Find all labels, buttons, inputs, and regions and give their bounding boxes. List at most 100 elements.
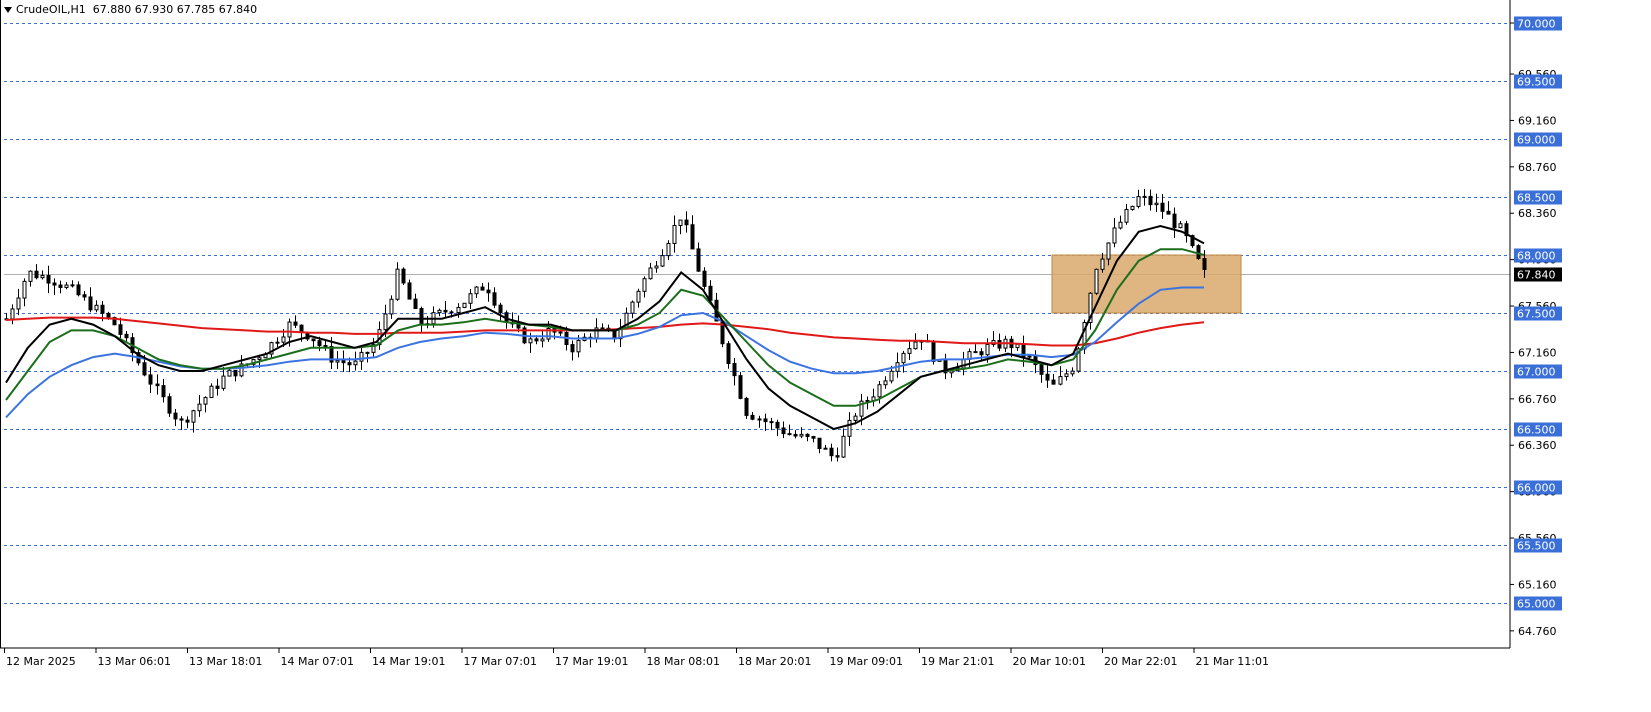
candle-bull	[666, 242, 671, 257]
price-chart: 70.00069.56069.16068.76068.36067.96067.5…	[0, 0, 1651, 708]
candle-bear	[1039, 364, 1044, 375]
candle-bear	[311, 338, 316, 342]
candle-bull	[678, 219, 683, 226]
candle-bull	[528, 338, 533, 344]
candle-bull	[1154, 202, 1159, 206]
candle-bull	[1130, 205, 1135, 210]
candle-bear	[58, 284, 63, 288]
candle-bear	[155, 383, 160, 387]
candle-bear	[118, 324, 123, 335]
candle-bull	[1112, 227, 1117, 244]
candle-bull	[70, 284, 75, 287]
candle-bull	[281, 336, 286, 343]
x-tick-label: 14 Mar 07:01	[281, 655, 354, 668]
candle-bull	[1124, 208, 1129, 223]
candle-bear	[738, 375, 743, 399]
candle-bull	[1118, 221, 1123, 229]
candle-bull	[660, 255, 665, 267]
candle-bull	[203, 397, 208, 405]
candle-bear	[534, 338, 539, 342]
candle-bull	[28, 270, 33, 282]
current-price-label: 67.840	[1517, 269, 1556, 282]
x-tick-label: 21 Mar 11:01	[1196, 655, 1269, 668]
candle-bear	[775, 421, 780, 429]
candle-bear	[750, 414, 755, 420]
candle-bear	[690, 224, 695, 250]
x-tick-label: 20 Mar 10:01	[1013, 655, 1086, 668]
candle-bull	[823, 447, 828, 450]
candle-bull	[1094, 268, 1099, 294]
candle-bear	[161, 385, 166, 398]
candle-bear	[480, 286, 485, 291]
candle-bear	[1051, 379, 1056, 385]
candle-bear	[787, 433, 792, 436]
x-tick-label: 20 Mar 22:01	[1104, 655, 1177, 668]
x-tick-label: 19 Mar 21:01	[921, 655, 994, 668]
candle-bull	[1178, 223, 1183, 229]
candle-bear	[805, 433, 810, 438]
candle-bull	[630, 301, 635, 314]
y-tick-label: 66.760	[1518, 393, 1557, 406]
candle-bear	[88, 296, 93, 311]
y-tick-label: 66.360	[1518, 439, 1557, 452]
candle-bear	[323, 345, 328, 348]
candle-bull	[1058, 376, 1063, 385]
candle-bear	[100, 304, 105, 314]
candle-bear	[407, 282, 412, 300]
candle-bear	[124, 333, 129, 339]
candle-bear	[34, 270, 39, 279]
candle-bull	[654, 265, 659, 269]
candle-bull	[1064, 373, 1069, 378]
candle-bear	[1196, 245, 1201, 260]
candle-bull	[359, 351, 364, 362]
candle-bull	[395, 268, 400, 300]
level-label: 65.500	[1517, 540, 1556, 553]
candle-bull	[389, 298, 394, 315]
candle-bull	[22, 280, 27, 299]
level-label: 69.000	[1517, 134, 1556, 147]
candle-bull	[365, 351, 370, 354]
level-label: 68.500	[1517, 192, 1556, 205]
chevron-down-icon[interactable]	[4, 7, 12, 13]
candle-bear	[684, 219, 689, 226]
candle-bear	[449, 311, 454, 314]
x-tick-label: 14 Mar 19:01	[372, 655, 445, 668]
candle-bear	[486, 289, 491, 294]
y-tick-label: 68.760	[1518, 161, 1557, 174]
level-label: 65.000	[1517, 598, 1556, 611]
x-tick-label: 17 Mar 19:01	[555, 655, 628, 668]
candle-bear	[1166, 210, 1171, 215]
candle-bull	[648, 267, 653, 280]
candle-bear	[317, 340, 322, 347]
ohlc-readout: 67.880 67.930 67.785 67.840	[92, 3, 258, 16]
level-label: 67.000	[1517, 366, 1556, 379]
candle-bear	[173, 412, 178, 420]
candle-bear	[696, 248, 701, 272]
candle-bull	[1106, 242, 1111, 260]
chart-title[interactable]: CrudeOIL,H1 67.880 67.930 67.785 67.840	[4, 3, 257, 16]
candle-bear	[443, 309, 448, 313]
candle-bear	[106, 312, 111, 319]
candle-bear	[76, 284, 81, 296]
level-label: 66.500	[1517, 424, 1556, 437]
candle-bear	[600, 327, 605, 330]
candle-bull	[257, 357, 262, 361]
candle-bear	[167, 396, 172, 414]
candle-bear	[931, 341, 936, 362]
candle-bull	[636, 290, 641, 303]
candle-bull	[275, 341, 280, 344]
candle-bull	[841, 435, 846, 458]
candle-bull	[889, 370, 894, 382]
candle-bull	[883, 380, 888, 386]
x-tick-label: 12 Mar 2025	[6, 655, 76, 668]
candle-bear	[341, 360, 346, 364]
candle-bear	[973, 351, 978, 354]
candle-bull	[540, 338, 545, 342]
candle-bull	[335, 360, 340, 363]
candle-bull	[985, 344, 990, 356]
candle-bull	[799, 433, 804, 437]
candle-bear	[570, 344, 575, 353]
ma-long-line	[5, 316, 1205, 347]
y-tick-label: 65.160	[1518, 578, 1557, 591]
chart-canvas: 70.00069.56069.16068.76068.36067.96067.5…	[0, 0, 1562, 668]
